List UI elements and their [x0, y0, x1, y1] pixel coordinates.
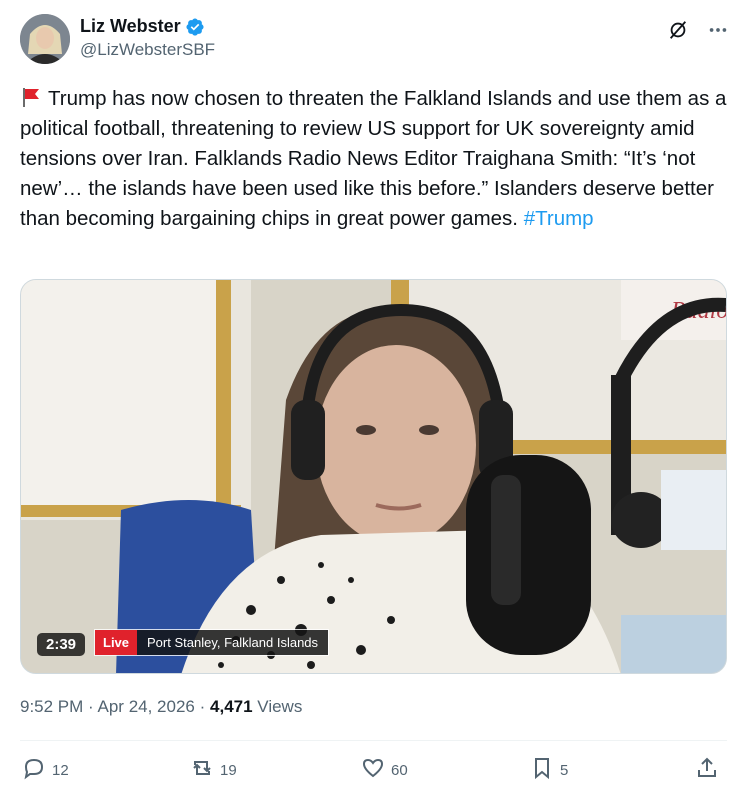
views-count[interactable]: 4,471 — [210, 697, 253, 716]
hashtag-link[interactable]: #Trump — [524, 207, 594, 230]
heart-icon — [361, 756, 385, 784]
bookmark-button[interactable]: 5 — [530, 756, 568, 784]
verified-badge-icon[interactable] — [185, 17, 205, 37]
more-options-icon[interactable] — [706, 18, 730, 42]
divider — [20, 740, 727, 741]
video-player[interactable]: Radio 2:39 Live Port Stanley, Falkland I… — [20, 279, 727, 674]
bookmark-count: 5 — [560, 761, 569, 779]
action-bar: 12 19 60 5 — [20, 756, 727, 786]
avatar[interactable] — [20, 14, 70, 64]
tweet-body: Trump has now chosen to threaten the Fal… — [20, 87, 727, 230]
bookmark-icon — [530, 756, 554, 784]
share-button[interactable] — [695, 756, 719, 784]
reply-icon — [22, 756, 46, 784]
meta-separator: · — [88, 697, 94, 716]
repost-count: 19 — [220, 761, 237, 779]
user-handle[interactable]: @LizWebsterSBF — [80, 40, 215, 60]
grok-icon[interactable] — [666, 18, 690, 42]
tweet-time[interactable]: 9:52 PM — [20, 697, 83, 716]
like-button[interactable]: 60 — [361, 756, 408, 784]
repost-icon — [190, 756, 214, 784]
live-banner: Live Port Stanley, Falkland Islands — [94, 629, 330, 656]
meta-separator-2: · — [199, 697, 206, 716]
tweet-metadata: 9:52 PM · Apr 24, 2026 · 4,471 Views — [20, 697, 302, 717]
like-count: 60 — [391, 761, 408, 779]
share-icon — [695, 756, 719, 784]
red-flag-icon — [20, 86, 42, 108]
reply-count: 12 — [52, 761, 69, 779]
tweet-header: Liz Webster @LizWebsterSBF — [20, 14, 730, 66]
reply-button[interactable]: 12 — [22, 756, 69, 784]
live-badge: Live — [95, 630, 138, 655]
tweet-date[interactable]: Apr 24, 2026 — [98, 697, 195, 716]
display-name[interactable]: Liz Webster — [80, 16, 181, 37]
repost-button[interactable]: 19 — [190, 756, 237, 784]
tweet-text: Trump has now chosen to threaten the Fal… — [20, 84, 732, 234]
location-caption: Port Stanley, Falkland Islands — [137, 630, 329, 655]
video-duration: 2:39 — [37, 633, 86, 656]
views-label: Views — [257, 697, 303, 716]
video-frame: Radio — [21, 280, 726, 673]
